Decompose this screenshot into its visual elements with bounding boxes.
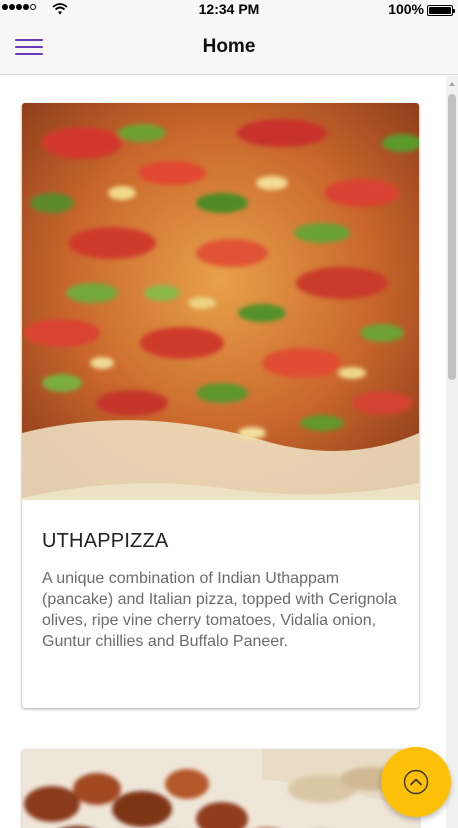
scroll-top-button[interactable]	[381, 747, 451, 817]
card-description: A unique combination of Indian Uthappam …	[42, 570, 397, 650]
battery-percent: 100%	[388, 1, 424, 17]
scroll-up-arrow-icon[interactable]	[449, 82, 455, 86]
nav-bar: Home	[0, 20, 458, 75]
status-bar: 12:34 PM 100%	[0, 0, 458, 20]
hamburger-menu-icon[interactable]	[10, 32, 48, 62]
scrollbar-thumb[interactable]	[448, 94, 456, 380]
battery-icon	[427, 5, 455, 16]
card-title: UTHAPPIZZA	[42, 530, 169, 552]
content-scroll-area[interactable]: UTHAPPIZZA A unique combination of India…	[0, 76, 446, 828]
page-title: Home	[202, 36, 256, 57]
scrollbar[interactable]	[446, 76, 458, 828]
scroll-up-chevron-icon	[403, 769, 429, 795]
fried-dish-photo	[22, 749, 419, 828]
dish-card[interactable]: UTHAPPIZZA A unique combination of India…	[22, 103, 419, 708]
dish-card[interactable]	[22, 749, 419, 828]
uthappizza-photo	[22, 103, 419, 500]
